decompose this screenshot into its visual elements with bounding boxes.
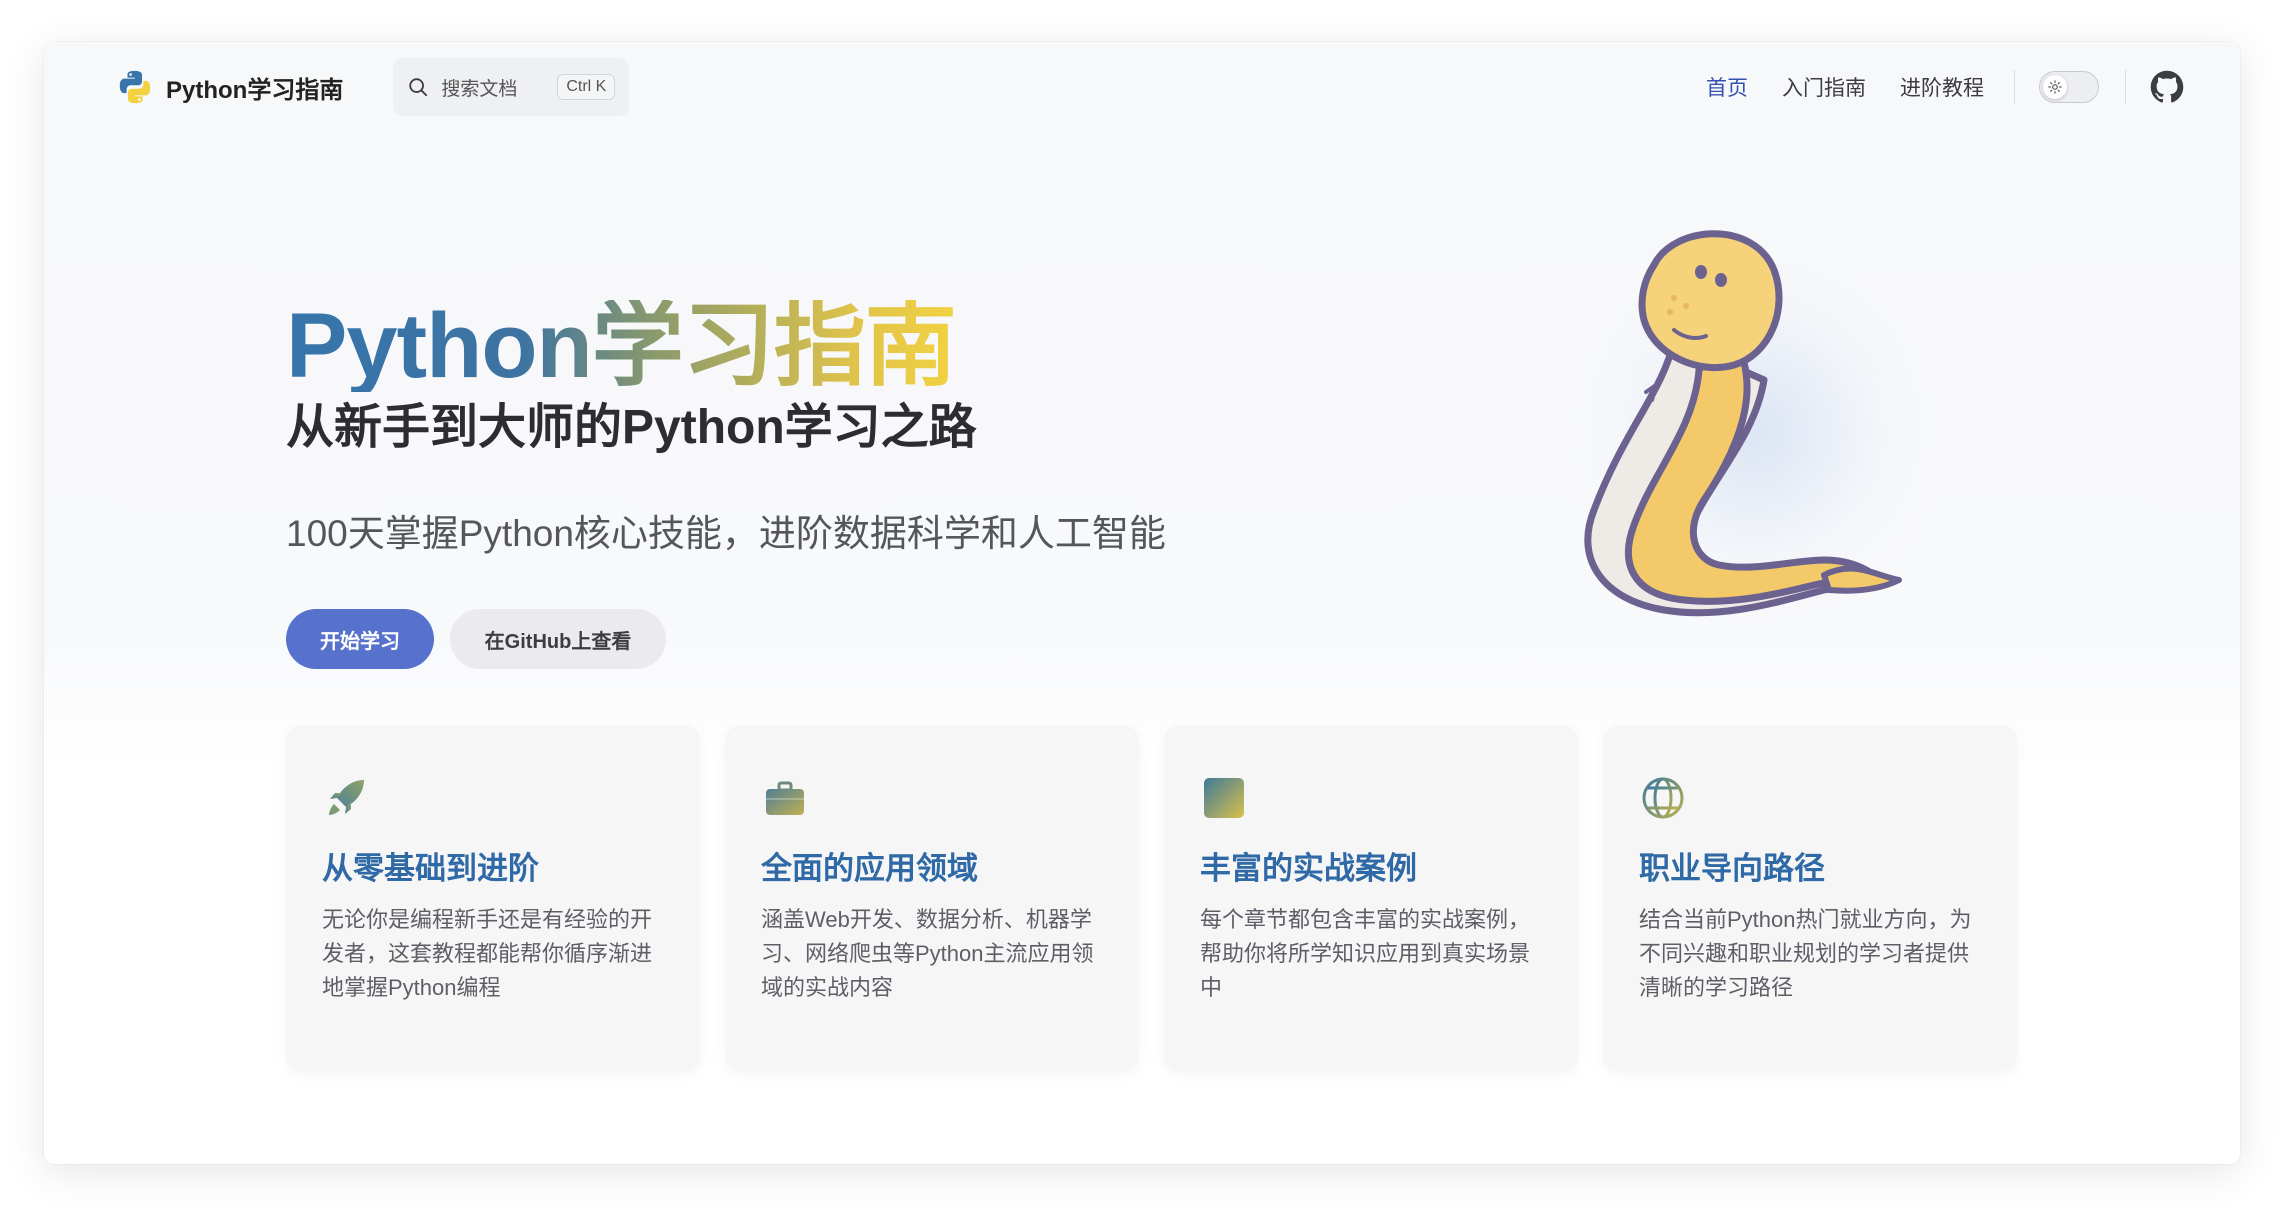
theme-knob: [2043, 75, 2067, 99]
start-learning-button[interactable]: 开始学习: [286, 609, 434, 669]
feature-card[interactable]: 从零基础到进阶 无论你是编程新手还是有经验的开发者，这套教程都能帮你循序渐进地掌…: [286, 726, 700, 1071]
features-section: 从零基础到进阶 无论你是编程新手还是有经验的开发者，这套教程都能帮你循序渐进地掌…: [286, 726, 2017, 1071]
briefcase-icon: [766, 781, 804, 815]
search-icon: [409, 78, 428, 97]
feature-title: 从零基础到进阶: [322, 851, 539, 886]
top-navbar: Python学习指南 搜索文档 Ctrl K 首页 入门指南 进阶教程: [44, 42, 2240, 132]
nav-link-home[interactable]: 首页: [1706, 72, 1748, 102]
search-shortcut-hint: Ctrl K: [557, 74, 616, 100]
python-snake-illustration: [1584, 230, 1902, 617]
search-placeholder: 搜索文档: [441, 78, 518, 100]
nav-divider: [2125, 70, 2126, 104]
hero-name: Python学习指南: [286, 295, 957, 397]
feature-title: 职业导向路径: [1639, 851, 1825, 886]
theme-toggle[interactable]: [2039, 71, 2099, 103]
globe-icon: [1642, 777, 1684, 819]
sun-icon: [2048, 80, 2062, 94]
nav-link-getting-started[interactable]: 入门指南: [1782, 72, 1866, 102]
nav-divider: [2014, 70, 2015, 104]
feature-card[interactable]: 职业导向路径 结合当前Python热门就业方向，为不同兴趣和职业规划的学习者提供…: [1603, 726, 2017, 1071]
hero-text: 从新手到大师的Python学习之路: [286, 401, 977, 454]
feature-title: 丰富的实战案例: [1200, 851, 1417, 886]
feature-details: 涵盖Web开发、数据分析、机器学习、网络爬虫等Python主流应用领域的实战内容: [761, 907, 1094, 1001]
hero-section: Python学习指南 从新手到大师的Python学习之路 100天掌握Pytho…: [44, 132, 2240, 767]
feature-details: 无论你是编程新手还是有经验的开发者，这套教程都能帮你循序渐进地掌握Python编…: [322, 907, 653, 1001]
feature-card[interactable]: 全面的应用领域 涵盖Web开发、数据分析、机器学习、网络爬虫等Python主流应…: [725, 726, 1139, 1071]
hero-tagline: 100天掌握Python核心技能，进阶数据科学和人工智能: [286, 513, 1166, 554]
brand-title: Python学习指南: [166, 76, 344, 104]
search-button[interactable]: 搜索文档 Ctrl K: [393, 58, 630, 116]
feature-card[interactable]: 丰富的实战案例 每个章节都包含丰富的实战案例，帮助你将所学知识应用到真实场景中: [1164, 726, 1578, 1071]
nav-link-advanced[interactable]: 进阶教程: [1900, 72, 1984, 102]
brand-link[interactable]: Python学习指南: [116, 68, 343, 106]
feature-details: 结合当前Python热门就业方向，为不同兴趣和职业规划的学习者提供清晰的学习路径: [1639, 907, 1972, 1001]
feature-details: 每个章节都包含丰富的实战案例，帮助你将所学知识应用到真实场景中: [1200, 907, 1531, 1001]
github-icon[interactable]: [2150, 70, 2184, 104]
feature-title: 全面的应用领域: [761, 851, 978, 886]
python-logo-icon: [119, 70, 151, 104]
rocket-icon: [329, 780, 364, 815]
nav-menu: 首页 入门指南 进阶教程: [1672, 70, 2184, 104]
browser-window: Python学习指南 搜索文档 Ctrl K 首页 入门指南 进阶教程 Pyth…: [44, 42, 2240, 1164]
square-icon: [1204, 778, 1244, 818]
view-on-github-button[interactable]: 在GitHub上查看: [450, 609, 666, 669]
